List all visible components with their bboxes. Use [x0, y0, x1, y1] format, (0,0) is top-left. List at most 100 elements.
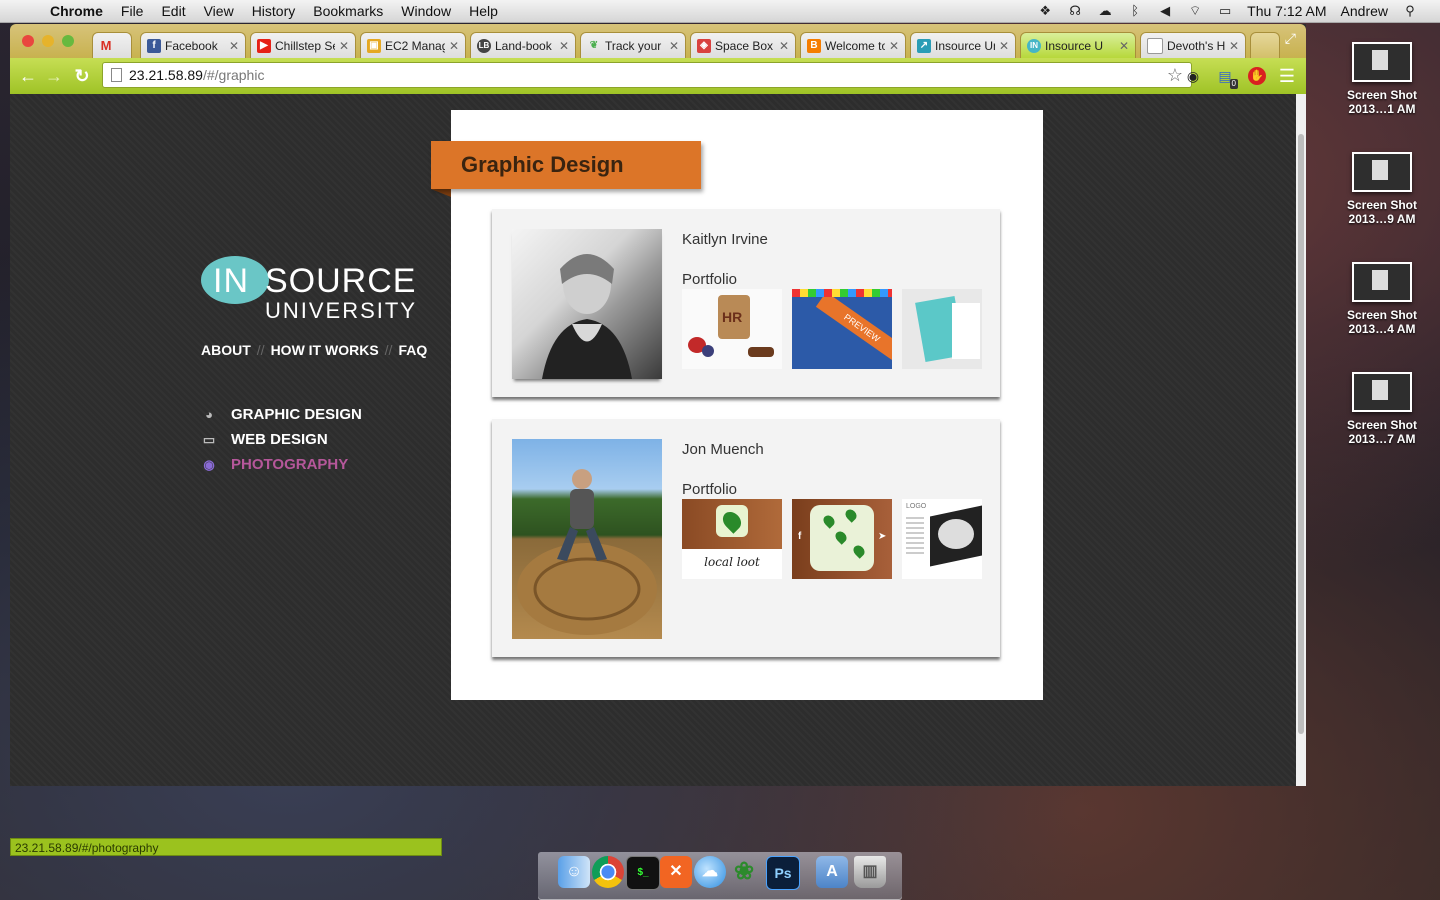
section-title-ribbon: Graphic Design [431, 141, 701, 189]
desktop-file-4[interactable]: Screen Shot 2013…7 AM [1340, 372, 1424, 446]
chrome-menu-icon[interactable]: ☰ [1278, 67, 1296, 85]
menubar-user[interactable]: Andrew [1341, 3, 1388, 19]
blogger-icon: B [807, 38, 821, 53]
tab-close-icon[interactable]: ✕ [779, 39, 789, 53]
tab-close-icon[interactable]: ✕ [229, 39, 239, 53]
menu-bookmarks[interactable]: Bookmarks [313, 3, 383, 19]
extension-icon[interactable]: ▤ 0 [1216, 67, 1238, 89]
tab-close-icon[interactable]: ✕ [999, 39, 1009, 53]
new-tab-button[interactable] [1250, 32, 1280, 58]
xampp-icon[interactable]: ✕ [660, 856, 692, 888]
tab-insource-active[interactable]: IN Insource U ✕ [1020, 32, 1136, 58]
tab-devoth[interactable]: Devoth's HT ✕ [1140, 32, 1246, 58]
scrollbar-thumb[interactable] [1298, 134, 1304, 734]
menu-app-name[interactable]: Chrome [50, 3, 103, 19]
menu-help[interactable]: Help [469, 3, 498, 19]
logo-source-text: SOURCE [265, 262, 417, 300]
browser-window: M f Facebook ✕ ▶ Chillstep Se ✕ ▣ EC2 Ma… [10, 24, 1306, 856]
portfolio-label: Portfolio [682, 271, 738, 288]
portfolio-thumb[interactable]: f ➤ [792, 499, 892, 579]
fullscreen-icon[interactable]: ⤢ [1285, 30, 1296, 47]
menu-history[interactable]: History [252, 3, 296, 19]
nav-how-it-works[interactable]: HOW IT WORKS [271, 342, 379, 358]
category-web-design[interactable]: ▭ WEB DESIGN [201, 427, 362, 452]
applications-folder-icon[interactable]: A [816, 856, 848, 888]
sync-extension-icon[interactable]: ◉ [1184, 67, 1202, 85]
desktop-file-2[interactable]: Screen Shot 2013…9 AM [1340, 152, 1424, 226]
nav-faq[interactable]: FAQ [398, 342, 427, 358]
zoom-window-button[interactable] [62, 35, 74, 47]
portfolio-thumb[interactable]: HR [682, 289, 782, 369]
terminal-icon[interactable]: $_ [626, 856, 660, 890]
tab-ec2[interactable]: ▣ EC2 Manag ✕ [360, 32, 466, 58]
desktop-file-1[interactable]: Screen Shot 2013…1 AM [1340, 42, 1424, 116]
messages-icon[interactable]: ☁ [694, 856, 726, 888]
adium-icon[interactable]: ❀ [728, 856, 760, 888]
desktop-file-3[interactable]: Screen Shot 2013…4 AM [1340, 262, 1424, 336]
student-name[interactable]: Kaitlyn Irvine [682, 231, 768, 248]
adblock-icon[interactable]: ✋ [1248, 67, 1266, 85]
spotlight-search-icon[interactable]: ⚲ [1402, 4, 1418, 18]
menu-view[interactable]: View [204, 3, 234, 19]
site-logo[interactable]: IN SOURCE UNIVERSITY [201, 254, 416, 324]
chrome-icon[interactable] [592, 856, 624, 888]
reload-button[interactable]: ↻ [72, 66, 92, 86]
portfolio-thumb[interactable] [902, 289, 982, 369]
photoshop-icon[interactable]: Ps [766, 856, 800, 890]
tab-close-icon[interactable]: ✕ [889, 39, 899, 53]
minimize-window-button[interactable] [42, 35, 54, 47]
forward-button[interactable]: → [44, 66, 64, 86]
dock: ☺ $_ ✕ ☁ ❀ Ps A ▥ [538, 852, 902, 900]
insource-icon: IN [1027, 38, 1041, 53]
tab-landbook[interactable]: LB Land-book ✕ [470, 32, 576, 58]
tab-close-icon[interactable]: ✕ [1229, 39, 1239, 53]
tab-close-icon[interactable]: ✕ [559, 39, 569, 53]
battery-icon[interactable]: ▭ [1217, 4, 1233, 18]
volume-icon[interactable]: ◀ [1157, 4, 1173, 18]
address-bar[interactable]: 23.21.58.89/#/graphic ☆ [102, 62, 1192, 88]
tab-track[interactable]: ❦ Track your ✕ [580, 32, 686, 58]
tab-label: Devoth's HT [1167, 38, 1225, 53]
menu-window[interactable]: Window [401, 3, 451, 19]
tab-insource-1[interactable]: ↗ Insource Un ✕ [910, 32, 1016, 58]
tab-label: Insource U [1045, 38, 1104, 53]
trash-icon[interactable]: ▥ [854, 856, 886, 888]
back-button[interactable]: ← [18, 66, 38, 86]
headphones-icon[interactable]: ☊ [1067, 4, 1083, 18]
cloud-icon[interactable]: ☁ [1097, 4, 1113, 18]
student-card[interactable]: Kaitlyn Irvine Portfolio HR PREVIEW [492, 209, 1000, 397]
close-window-button[interactable] [22, 35, 34, 47]
palette-icon: ◕ [205, 406, 213, 422]
category-graphic-design[interactable]: ◕ GRAPHIC DESIGN [201, 402, 362, 427]
nav-about[interactable]: ABOUT [201, 342, 251, 358]
student-name[interactable]: Jon Muench [682, 441, 764, 458]
wifi-icon[interactable]: ⌔ [1187, 4, 1203, 18]
menu-edit[interactable]: Edit [161, 3, 185, 19]
tab-facebook[interactable]: f Facebook ✕ [140, 32, 246, 58]
menubar-clock[interactable]: Thu 7:12 AM [1247, 3, 1326, 19]
tab-close-icon[interactable]: ✕ [1119, 39, 1129, 53]
student-card[interactable]: Jon Muench Portfolio local loot f ➤ LOGO [492, 419, 1000, 657]
web-page: IN SOURCE UNIVERSITY ABOUT // HOW IT WOR… [10, 94, 1296, 856]
bluetooth-icon[interactable]: ᛒ [1127, 4, 1143, 18]
tab-chillstep[interactable]: ▶ Chillstep Se ✕ [250, 32, 356, 58]
page-scrollbar[interactable] [1296, 94, 1306, 786]
portfolio-thumb[interactable]: PREVIEW [792, 289, 892, 369]
tab-label: EC2 Manag [385, 38, 445, 53]
tab-close-icon[interactable]: ✕ [669, 39, 679, 53]
menu-file[interactable]: File [121, 3, 144, 19]
student-photo[interactable] [512, 229, 662, 379]
student-photo[interactable] [512, 439, 662, 639]
tab-close-icon[interactable]: ✕ [339, 39, 349, 53]
finder-icon[interactable]: ☺ [558, 856, 590, 888]
tab-gmail[interactable]: M [92, 32, 132, 58]
dropbox-icon[interactable]: ❖ [1037, 4, 1053, 18]
tab-spacebox[interactable]: ◈ Space Box ✕ [690, 32, 796, 58]
portfolio-thumb[interactable]: local loot [682, 499, 782, 579]
bookmark-star-icon[interactable]: ☆ [1167, 63, 1183, 87]
portfolio-thumb[interactable]: LOGO [902, 499, 982, 579]
tab-welcome[interactable]: B Welcome to ✕ [800, 32, 906, 58]
logo-university-text: UNIVERSITY [265, 298, 418, 323]
category-photography[interactable]: ◉ PHOTOGRAPHY [201, 452, 362, 477]
tab-close-icon[interactable]: ✕ [449, 39, 459, 53]
